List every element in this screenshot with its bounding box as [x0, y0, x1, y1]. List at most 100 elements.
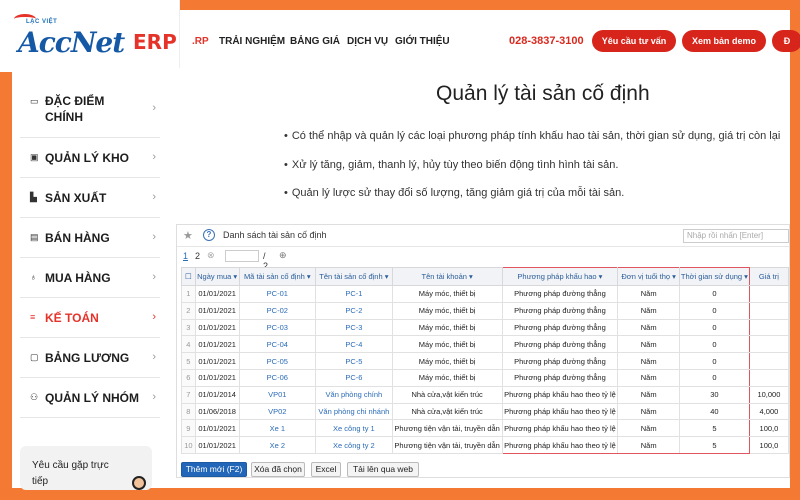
page-input[interactable] [225, 250, 259, 262]
table-cell[interactable]: 01/01/2021 [194, 352, 240, 370]
table-cell[interactable]: Máy móc, thiết bị [391, 368, 503, 387]
table-cell[interactable] [748, 352, 789, 370]
sidebar-item-quan-ly-kho[interactable]: ▣ QUẢN LÝ KHO › [20, 138, 160, 178]
table-cell[interactable]: 5 [678, 419, 750, 438]
table-cell[interactable]: Nhà cửa,vật kiến trúc [391, 385, 503, 404]
help-icon[interactable]: ? [203, 229, 215, 241]
table-cell[interactable]: Phương pháp đường thẳng [501, 368, 619, 387]
column-header[interactable]: Đơn vị tuổi thọ ▾ [617, 267, 680, 286]
table-cell[interactable]: 0 [678, 368, 750, 387]
grid-search-input[interactable]: Nhập rồi nhấn [Enter] [683, 229, 789, 243]
table-cell[interactable]: PC-05 [238, 352, 317, 370]
column-header[interactable]: Tên tài sản cố định ▾ [315, 267, 393, 286]
table-cell[interactable]: Máy móc, thiết bị [391, 335, 503, 354]
page-link-current[interactable]: 1 [183, 251, 188, 261]
table-cell[interactable]: VP02 [238, 402, 317, 421]
star-icon[interactable]: ★ [183, 229, 193, 242]
demo-button[interactable]: Xem bản demo [682, 30, 766, 52]
table-cell[interactable]: 01/01/2014 [194, 385, 240, 404]
table-cell[interactable] [748, 285, 789, 303]
table-cell[interactable]: PC-06 [238, 368, 317, 387]
nav-item-gioi-thieu[interactable]: GIỚI THIỆU [395, 36, 450, 47]
table-row[interactable]: 7 01/01/2014 VP01 Văn phòng chính Nhà cửa,vậ… [181, 385, 789, 404]
table-cell[interactable] [748, 301, 789, 320]
table-cell[interactable]: Phương pháp đường thẳng [501, 301, 619, 320]
excel-button[interactable]: Excel [311, 462, 341, 477]
table-cell[interactable]: 100,0 [748, 419, 789, 438]
table-row[interactable]: 1 01/01/2021 PC-01 PC-1 Máy móc, thiết bị Phư… [181, 285, 789, 303]
table-cell[interactable]: 30 [678, 385, 750, 404]
table-cell[interactable]: PC-03 [238, 318, 317, 337]
table-cell[interactable]: 01/01/2021 [194, 368, 240, 387]
column-header[interactable]: Tên tài khoản ▾ [391, 267, 503, 286]
table-cell[interactable]: Phương pháp đường thẳng [501, 318, 619, 337]
web-upload-button[interactable]: Tải lên qua web [347, 462, 419, 477]
table-cell[interactable]: 01/01/2021 [194, 419, 240, 438]
table-cell[interactable]: Năm [617, 402, 680, 421]
table-cell[interactable]: PC-5 [315, 352, 393, 370]
table-cell[interactable]: 01/01/2021 [194, 318, 240, 337]
sidebar-item-ban-hang[interactable]: ▤ BÁN HÀNG › [20, 218, 160, 258]
table-cell[interactable]: 0 [678, 301, 750, 320]
nav-item-trai-nghiem[interactable]: TRẢI NGHIỆM [219, 36, 285, 47]
table-cell[interactable]: Xe 2 [238, 436, 317, 454]
register-button[interactable]: Đ [772, 30, 800, 52]
table-cell[interactable]: Xe 1 [238, 419, 317, 438]
table-cell[interactable]: Máy móc, thiết bị [391, 301, 503, 320]
table-cell[interactable]: PC-3 [315, 318, 393, 337]
table-cell[interactable]: 100,0 [748, 436, 789, 454]
table-cell[interactable]: Phương pháp đường thẳng [501, 352, 619, 370]
table-row[interactable]: 4 01/01/2021 PC-04 PC-4 Máy móc, thiết bị Phư… [181, 335, 789, 354]
table-row[interactable]: 2 01/01/2021 PC-02 PC-2 Máy móc, thiết bị Phư… [181, 301, 789, 320]
table-cell[interactable]: Phương tiện vận tải, truyền dẫn [391, 419, 503, 438]
table-cell[interactable]: Máy móc, thiết bị [391, 318, 503, 337]
delete-selected-button[interactable]: Xóa đã chọn [251, 462, 305, 477]
phone-number[interactable]: 028-3837-3100 [509, 35, 584, 47]
table-cell[interactable]: Năm [617, 368, 680, 387]
table-cell[interactable]: Văn phòng chính [315, 385, 393, 404]
sidebar-item-dac-diem-chinh[interactable]: ▭ ĐẶC ĐIỂM CHÍNH › [20, 80, 160, 138]
table-cell[interactable]: Năm [617, 385, 680, 404]
table-cell[interactable]: PC-04 [238, 335, 317, 354]
table-cell[interactable]: Nhà cửa,vật kiến trúc [391, 402, 503, 421]
table-cell[interactable]: 4,000 [748, 402, 789, 421]
sidebar-item-quan-ly-nhom[interactable]: ⚇ QUẢN LÝ NHÓM › [20, 378, 160, 418]
table-row[interactable]: 9 01/01/2021 Xe 1 Xe công ty 1 Phương tiện v… [181, 419, 789, 438]
table-cell[interactable] [748, 368, 789, 387]
column-header[interactable]: Ngày mua ▾ [194, 267, 240, 286]
table-row[interactable]: 6 01/01/2021 PC-06 PC-6 Máy móc, thiết bị Phư… [181, 368, 789, 387]
table-cell[interactable]: 0 [678, 335, 750, 354]
column-header[interactable]: Phương pháp khấu hao ▾ [501, 267, 619, 286]
table-cell[interactable]: 01/01/2021 [194, 301, 240, 320]
table-cell[interactable]: Phương pháp đường thẳng [501, 335, 619, 354]
sidebar-item-mua-hang[interactable]: ♁ MUA HÀNG › [20, 258, 160, 298]
table-cell[interactable]: Máy móc, thiết bị [391, 352, 503, 370]
sidebar-item-bang-luong[interactable]: ▢ BẢNG LƯƠNG › [20, 338, 160, 378]
table-cell[interactable]: Phương pháp khấu hao theo tỷ lệ [501, 402, 619, 421]
table-cell[interactable]: PC-4 [315, 335, 393, 354]
table-cell[interactable]: Năm [617, 352, 680, 370]
table-cell[interactable]: Năm [617, 301, 680, 320]
table-cell[interactable]: PC-1 [315, 285, 393, 303]
table-cell[interactable]: Năm [617, 436, 680, 454]
table-cell[interactable]: Năm [617, 285, 680, 303]
table-row[interactable]: 5 01/01/2021 PC-05 PC-5 Máy móc, thiết bị Phư… [181, 352, 789, 370]
table-cell[interactable]: Phương pháp khấu hao theo tỷ lệ [501, 436, 619, 454]
next-page-icon[interactable]: ⊕ [279, 250, 287, 261]
table-cell[interactable]: PC-01 [238, 285, 317, 303]
table-cell[interactable]: Phương pháp đường thẳng [501, 285, 619, 303]
close-circle-icon[interactable]: ⊗ [207, 250, 215, 261]
table-cell[interactable]: Xe công ty 1 [315, 419, 393, 438]
table-cell[interactable]: Xe công ty 2 [315, 436, 393, 454]
nav-item-bang-gia[interactable]: BẢNG GIÁ [290, 36, 340, 47]
table-row[interactable]: 8 01/06/2018 VP02 Văn phòng chi nhánh Nhà cử… [181, 402, 789, 421]
sidebar-item-ke-toan[interactable]: ≡ KẾ TOÁN › [20, 298, 160, 338]
table-cell[interactable]: Năm [617, 318, 680, 337]
table-cell[interactable]: Văn phòng chi nhánh [315, 402, 393, 421]
page-link-next[interactable]: 2 [195, 251, 200, 261]
table-cell[interactable]: PC-2 [315, 301, 393, 320]
table-cell[interactable]: Năm [617, 419, 680, 438]
table-cell[interactable]: Phương tiện vận tải, truyền dẫn [391, 436, 503, 454]
table-cell[interactable]: PC-6 [315, 368, 393, 387]
table-cell[interactable]: VP01 [238, 385, 317, 404]
